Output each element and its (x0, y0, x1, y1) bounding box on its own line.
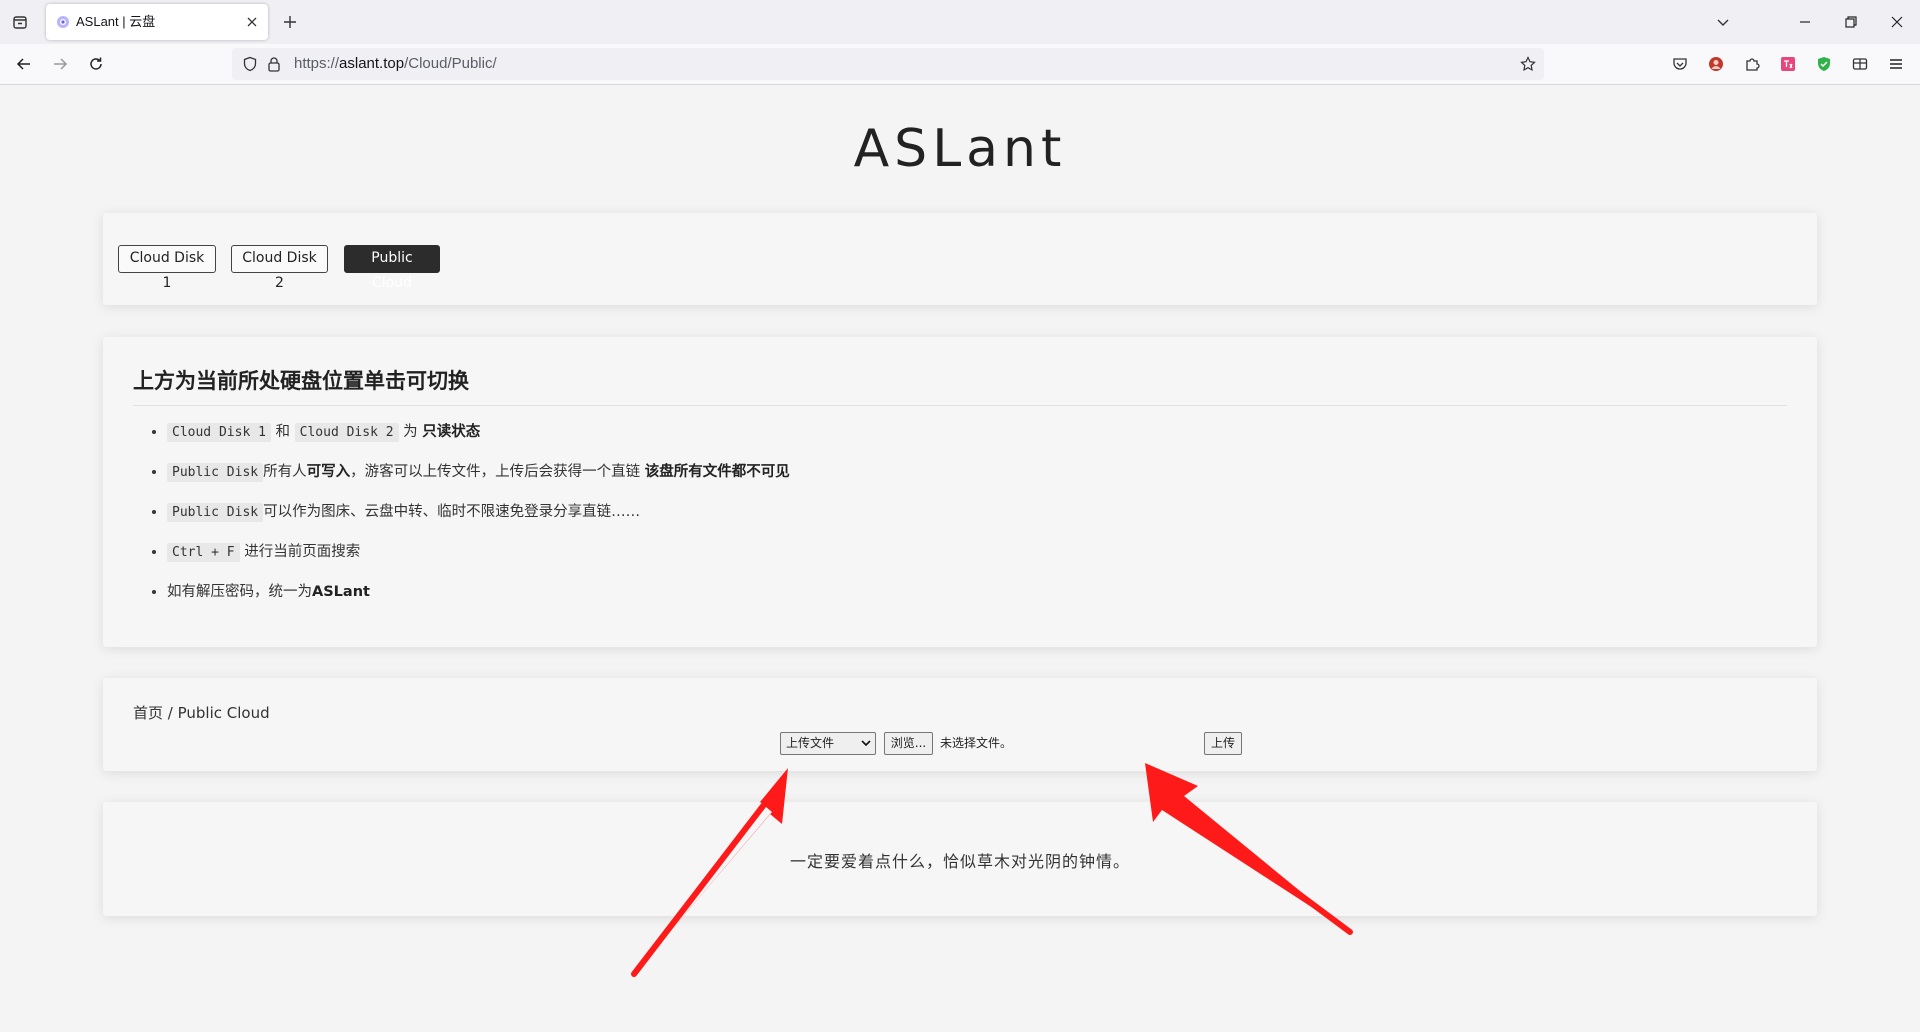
text: 所有人 (263, 464, 307, 480)
list-item: 如有解压密码，统一为ASLant (167, 577, 790, 617)
list-item: Public Disk所有人可写入，游客可以上传文件，上传后会获得一个直链 该盘… (167, 457, 790, 497)
forward-arrow-icon[interactable] (48, 52, 72, 76)
public-cloud-button[interactable]: Public Cloud (344, 245, 440, 291)
bold-text: 可写入 (306, 464, 351, 480)
url-text: https://aslant.top/Cloud/Public/ (294, 55, 497, 72)
text: 如有解压密码，统一为 (167, 584, 312, 600)
bold-text: ASLant (312, 584, 370, 600)
select-value: 上传文件 (786, 736, 835, 750)
extensions-puzzle-icon[interactable] (1740, 52, 1764, 76)
hamburger-menu-icon[interactable] (1884, 52, 1908, 76)
list-item: Cloud Disk 1 和 Cloud Disk 2 为 只读状态 (167, 417, 790, 457)
restore-icon[interactable] (1828, 0, 1874, 44)
bold-text: 该盘所有文件都不可见 (644, 464, 790, 480)
disk-switcher-card: Cloud Disk 1 Cloud Disk 2 Public Cloud (103, 213, 1817, 305)
quote-card: 一定要爱着点什么，恰似草木对光阴的钟情。 (103, 802, 1817, 916)
tab-overflow-chevron-icon[interactable] (1700, 0, 1746, 44)
text: 可以作为图床、云盘中转、临时不限速免登录分享直链…… (263, 504, 641, 520)
upload-submit-button[interactable]: 上传 (1204, 732, 1242, 755)
pocket-icon[interactable] (1668, 52, 1692, 76)
close-tab-icon[interactable] (244, 14, 260, 30)
shield-icon[interactable] (238, 52, 262, 76)
page-content: ASLant Cloud Disk 1 Cloud Disk 2 Public … (0, 85, 1920, 1032)
info-list: Cloud Disk 1 和 Cloud Disk 2 为 只读状态 Publi… (133, 417, 790, 617)
adblock-shield-icon[interactable] (1812, 52, 1836, 76)
browse-file-button[interactable]: 浏览... (884, 732, 933, 755)
tab-title: ASLant | 云盘 (76, 14, 156, 29)
address-bar[interactable]: https://aslant.top/Cloud/Public/ (232, 48, 1544, 80)
upload-card: 首页 / Public Cloud 上传文件 浏览... 未选择文件。 上传 (103, 678, 1817, 771)
quote-text: 一定要爱着点什么，恰似草木对光阴的钟情。 (789, 852, 1130, 871)
navigation-toolbar: https://aslant.top/Cloud/Public/ (0, 44, 1920, 85)
site-favicon-icon (56, 15, 70, 29)
code-snippet: Public Disk (167, 463, 264, 482)
code-snippet: Public Disk (167, 503, 264, 522)
code-snippet: Ctrl + F (167, 543, 240, 562)
container-extension-icon[interactable] (1848, 52, 1872, 76)
text: 进行当前页面搜索 (239, 544, 361, 560)
tab-list-icon[interactable] (8, 10, 32, 34)
code-snippet: Cloud Disk 1 (167, 423, 271, 442)
translate-extension-icon[interactable] (1776, 52, 1800, 76)
reload-icon[interactable] (84, 52, 108, 76)
bold-text: 只读状态 (422, 424, 481, 440)
tab-bar: ASLant | 云盘 (0, 0, 1920, 44)
cloud-disk-2-button[interactable]: Cloud Disk 2 (231, 245, 328, 291)
site-title: ASLant (853, 119, 1067, 179)
info-card: 上方为当前所处硬盘位置单击可切换 Cloud Disk 1 和 Cloud Di… (103, 337, 1817, 647)
active-tab[interactable]: ASLant | 云盘 (46, 4, 268, 40)
code-snippet: Cloud Disk 2 (294, 423, 399, 442)
back-arrow-icon[interactable] (12, 52, 36, 76)
close-window-icon[interactable] (1874, 0, 1920, 44)
bookmark-star-icon[interactable] (1516, 52, 1540, 76)
text: 和 (270, 424, 295, 440)
profile-avatar-icon[interactable] (1704, 52, 1728, 76)
text: ，游客可以上传文件，上传后会获得一个直链 (350, 464, 645, 480)
list-item: Ctrl + F 进行当前页面搜索 (167, 537, 790, 577)
list-item: Public Disk可以作为图床、云盘中转、临时不限速免登录分享直链…… (167, 497, 790, 537)
upload-type-select[interactable]: 上传文件 (780, 732, 876, 755)
chevron-down-icon (861, 738, 871, 748)
minimize-icon[interactable] (1782, 0, 1828, 44)
no-file-label: 未选择文件。 (940, 736, 1013, 750)
breadcrumb[interactable]: 首页 / Public Cloud (133, 702, 270, 723)
cloud-disk-1-button[interactable]: Cloud Disk 1 (118, 245, 216, 291)
lock-icon[interactable] (262, 52, 286, 76)
text: 为 (398, 424, 423, 440)
new-tab-icon[interactable] (278, 10, 302, 34)
info-heading: 上方为当前所处硬盘位置单击可切换 (133, 365, 1787, 406)
